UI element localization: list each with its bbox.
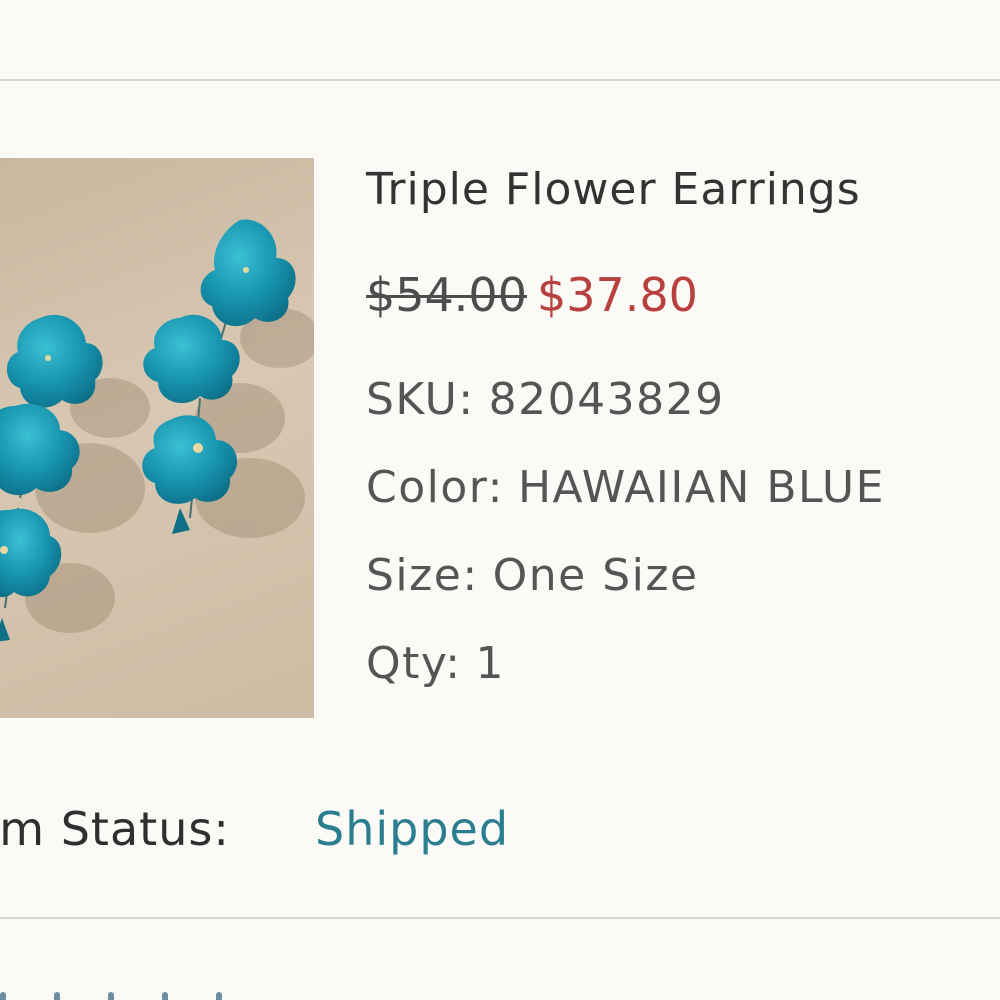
text-fragment [162, 992, 168, 1000]
earrings-illustration [0, 219, 314, 642]
qty-label: Qty: [366, 638, 462, 689]
original-price: $54.00 [366, 268, 527, 322]
sku-row: SKU: 82043829 [366, 374, 725, 425]
text-fragment [0, 992, 6, 1000]
text-fragment [54, 992, 60, 1000]
size-row: Size: One Size [366, 550, 699, 601]
item-status-label: em Status: [0, 802, 230, 856]
text-fragment [108, 992, 114, 1000]
qty-value: 1 [475, 638, 506, 689]
item-status-row: em Status: Shipped [0, 802, 508, 856]
product-image[interactable] [0, 158, 314, 718]
qty-row: Qty: 1 [366, 638, 505, 689]
sku-value: 82043829 [488, 374, 725, 425]
color-value: HAWAIIAN BLUE [517, 462, 885, 513]
top-divider [0, 79, 1000, 81]
size-value: One Size [492, 550, 699, 601]
order-item-page: Triple Flower Earrings $54.00 $37.80 SKU:… [0, 0, 1000, 1000]
sku-label: SKU: [366, 374, 475, 425]
bottom-divider [0, 917, 1000, 919]
product-title[interactable]: Triple Flower Earrings [366, 164, 861, 215]
price-row: $54.00 $37.80 [366, 268, 698, 322]
size-label: Size: [366, 550, 479, 601]
next-section-fragment [0, 980, 280, 1000]
item-status-value[interactable]: Shipped [315, 802, 509, 856]
sale-price: $37.80 [536, 268, 698, 322]
color-row: Color: HAWAIIAN BLUE [366, 462, 885, 513]
text-fragment [216, 992, 222, 1000]
color-label: Color: [366, 462, 504, 513]
